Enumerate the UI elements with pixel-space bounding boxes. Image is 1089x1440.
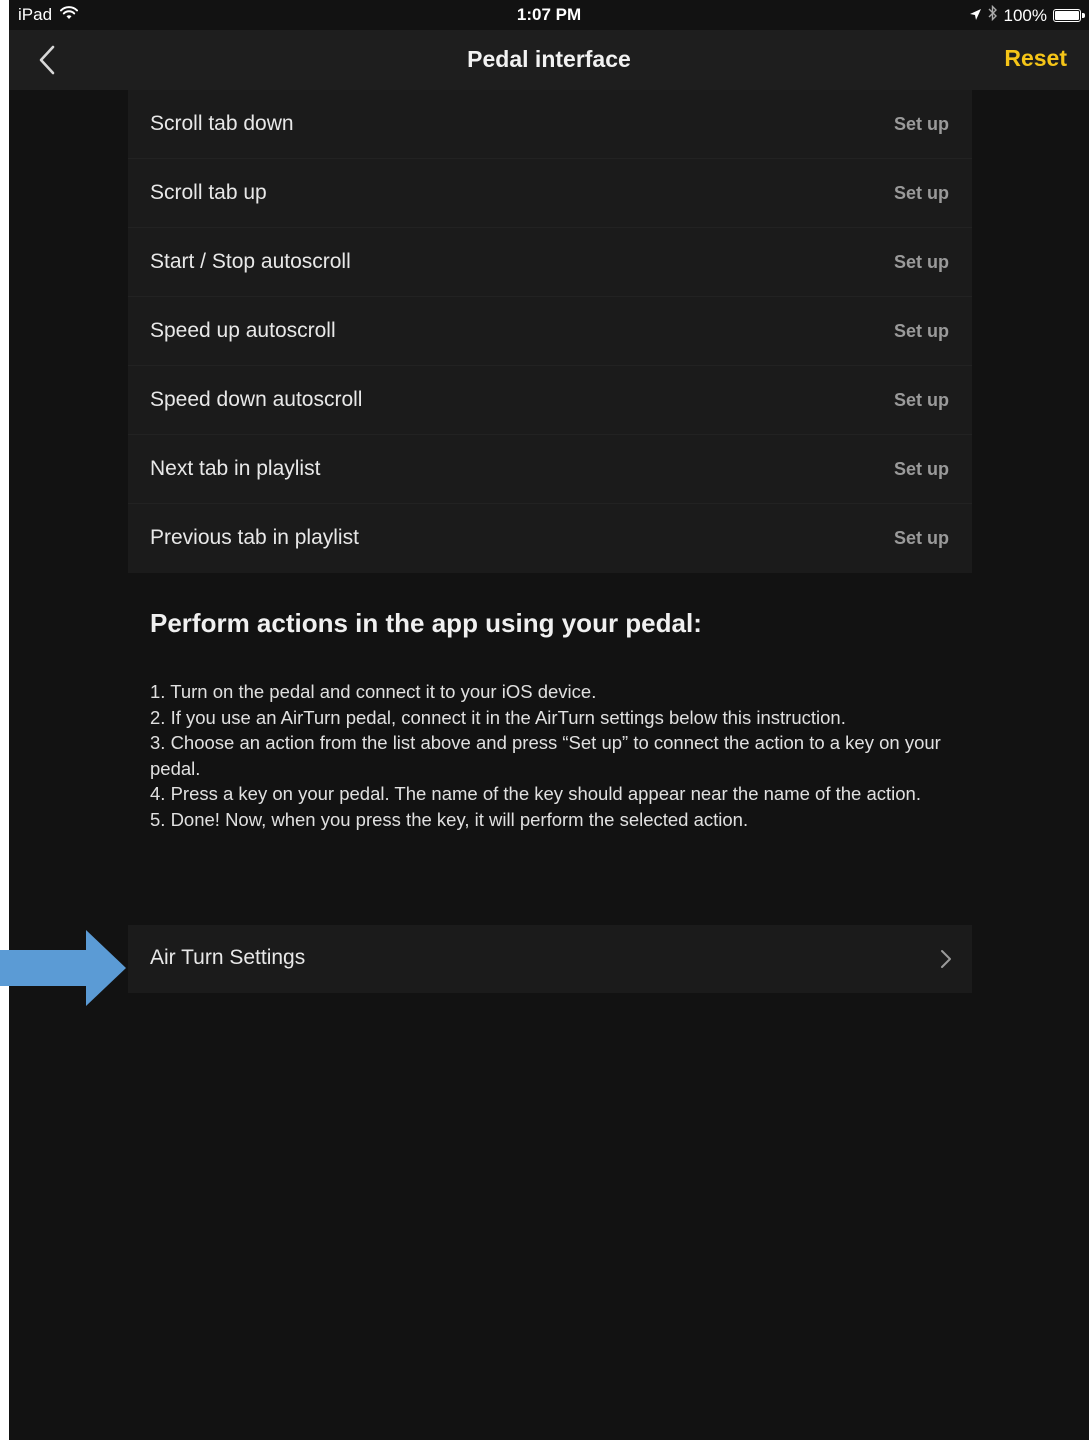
instruction-step: 5. Done! Now, when you press the key, it… (150, 808, 749, 830)
action-row[interactable]: Next tab in playlist Set up (128, 435, 972, 504)
instructions-steps: 1. Turn on the pedal and connect it to y… (150, 679, 950, 832)
action-label: Scroll tab down (150, 112, 294, 135)
location-arrow-icon (969, 6, 982, 26)
action-label: Speed down autoscroll (150, 388, 363, 411)
air-turn-settings-label: Air Turn Settings (150, 946, 306, 969)
navigation-bar: Pedal interface Reset (9, 30, 1089, 90)
set-up-button[interactable]: Set up (894, 390, 949, 411)
instructions-heading: Perform actions in the app using your pe… (150, 608, 702, 638)
action-label: Previous tab in playlist (150, 526, 359, 549)
set-up-button[interactable]: Set up (894, 459, 949, 480)
instructions-section: Perform actions in the app using your pe… (150, 608, 950, 832)
instruction-step: 2. If you use an AirTurn pedal, connect … (150, 706, 846, 728)
set-up-button[interactable]: Set up (894, 321, 949, 342)
action-label: Scroll tab up (150, 181, 267, 204)
instruction-step: 3. Choose an action from the list above … (150, 732, 941, 779)
action-row[interactable]: Speed down autoscroll Set up (128, 366, 972, 435)
reset-button[interactable]: Reset (1004, 45, 1067, 72)
action-label: Speed up autoscroll (150, 319, 336, 342)
action-row[interactable]: Speed up autoscroll Set up (128, 297, 972, 366)
set-up-button[interactable]: Set up (894, 114, 949, 135)
air-turn-settings-row[interactable]: Air Turn Settings (128, 925, 972, 993)
annotation-arrow-icon (0, 930, 126, 1006)
chevron-right-icon (940, 949, 952, 974)
instruction-step: 1. Turn on the pedal and connect it to y… (150, 681, 597, 702)
set-up-button[interactable]: Set up (894, 528, 949, 549)
status-bar: iPad 1:07 PM 100% (9, 0, 1089, 30)
pedal-action-list: Scroll tab down Set up Scroll tab up Set up… (128, 90, 972, 573)
app-screen: iPad 1:07 PM 100% Pedal interface Reset … (9, 0, 1089, 1440)
action-row[interactable]: Start / Stop autoscroll Set up (128, 228, 972, 297)
action-label: Next tab in playlist (150, 457, 321, 480)
action-row[interactable]: Previous tab in playlist Set up (128, 504, 972, 573)
battery-percent: 100% (1003, 5, 1047, 25)
status-right: 100% (969, 4, 1085, 26)
action-row[interactable]: Scroll tab down Set up (128, 90, 972, 159)
battery-icon (1053, 9, 1085, 22)
action-row[interactable]: Scroll tab up Set up (128, 159, 972, 228)
status-time: 1:07 PM (516, 5, 582, 24)
bluetooth-icon (988, 4, 998, 26)
instruction-step: 4. Press a key on your pedal. The name o… (150, 783, 921, 804)
set-up-button[interactable]: Set up (894, 252, 949, 273)
battery-level (1055, 11, 1079, 20)
set-up-button[interactable]: Set up (894, 183, 949, 204)
page-title: Pedal interface (467, 46, 631, 72)
action-label: Start / Stop autoscroll (150, 250, 351, 273)
